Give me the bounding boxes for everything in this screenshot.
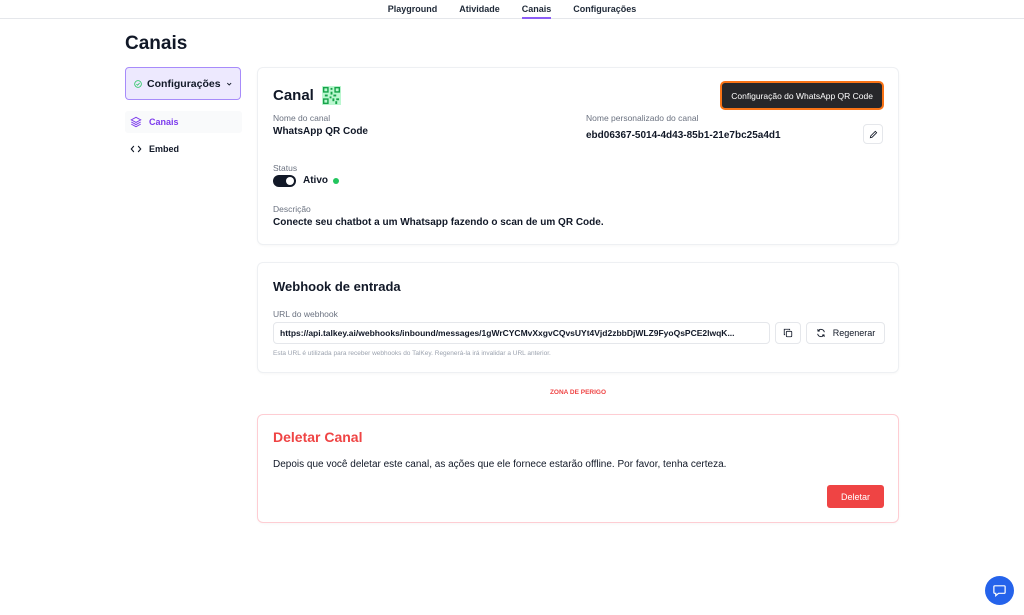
status-indicator: Ativo bbox=[303, 175, 339, 186]
copy-url-button[interactable] bbox=[775, 322, 801, 344]
sidebar-item-canais[interactable]: Canais bbox=[125, 111, 242, 133]
chevron-down-icon bbox=[226, 82, 232, 86]
chat-button[interactable] bbox=[985, 576, 1014, 605]
delete-channel-title: Deletar Canal bbox=[273, 429, 363, 445]
delete-channel-card: Deletar Canal Depois que você deletar es… bbox=[257, 414, 899, 523]
sidebar-item-label: Embed bbox=[149, 144, 180, 154]
webhook-url-label: URL do webhook bbox=[273, 309, 338, 319]
canal-card: Canal Configuração do WhatsApp QR Code N… bbox=[257, 67, 899, 245]
status-toggle[interactable] bbox=[273, 175, 296, 187]
tab-playground[interactable]: Playground bbox=[388, 0, 438, 19]
delete-channel-text: Depois que você deletar este canal, as a… bbox=[273, 459, 727, 470]
code-icon bbox=[130, 145, 142, 153]
top-nav: Playground Atividade Canais Configuraçõe… bbox=[0, 0, 1024, 19]
canal-heading: Canal bbox=[273, 86, 341, 105]
status-label: Status bbox=[273, 163, 298, 173]
edit-custom-name-button[interactable] bbox=[863, 124, 883, 144]
settings-dropdown-label: Configurações bbox=[147, 77, 221, 90]
channel-name-label: Nome do canal bbox=[273, 113, 331, 123]
tab-canais[interactable]: Canais bbox=[521, 0, 552, 19]
whatsapp-qr-config-button[interactable]: Configuração do WhatsApp QR Code bbox=[720, 81, 884, 110]
webhook-url-value: https://api.talkey.ai/webhooks/inbound/m… bbox=[280, 328, 735, 338]
webhook-url-field[interactable]: https://api.talkey.ai/webhooks/inbound/m… bbox=[273, 322, 770, 344]
copy-icon bbox=[783, 328, 793, 338]
settings-dropdown[interactable]: Configurações bbox=[125, 67, 241, 100]
tab-configuracoes[interactable]: Configurações bbox=[573, 0, 636, 19]
qr-code-icon bbox=[321, 86, 341, 105]
webhook-title: Webhook de entrada bbox=[273, 279, 401, 294]
layers-icon bbox=[130, 116, 142, 128]
page-title: Canais bbox=[125, 33, 188, 54]
channel-name-value: WhatsApp QR Code bbox=[273, 126, 368, 137]
tab-atividade[interactable]: Atividade bbox=[459, 0, 500, 19]
description-value: Conecte seu chatbot a um Whatsapp fazend… bbox=[273, 217, 604, 228]
custom-name-label: Nome personalizado do canal bbox=[586, 113, 699, 123]
delete-button[interactable]: Deletar bbox=[827, 485, 884, 508]
pencil-icon bbox=[869, 130, 877, 138]
regenerate-label: Regenerar bbox=[832, 328, 876, 338]
toggle-knob bbox=[286, 177, 294, 185]
status-dot bbox=[333, 177, 339, 184]
description-label: Descrição bbox=[273, 204, 311, 214]
sidebar-item-label: Canais bbox=[149, 117, 179, 127]
webhook-helper-text: Esta URL é utilizada para receber webhoo… bbox=[273, 350, 551, 357]
refresh-icon bbox=[816, 328, 825, 338]
danger-zone-label: ZONA DE PERIGO bbox=[549, 389, 607, 396]
sidebar-item-embed[interactable]: Embed bbox=[125, 138, 242, 160]
chat-bubble-icon bbox=[993, 585, 1006, 597]
status-value: Ativo bbox=[303, 175, 328, 186]
webhook-card: Webhook de entrada URL do webhook https:… bbox=[257, 262, 899, 373]
custom-name-value: ebd06367-5014-4d43-85b1-21e7bc25a4d1 bbox=[586, 130, 781, 141]
canal-title: Canal bbox=[273, 87, 314, 104]
check-circle-icon bbox=[134, 79, 142, 88]
regenerate-button[interactable]: Regenerar bbox=[806, 322, 885, 344]
